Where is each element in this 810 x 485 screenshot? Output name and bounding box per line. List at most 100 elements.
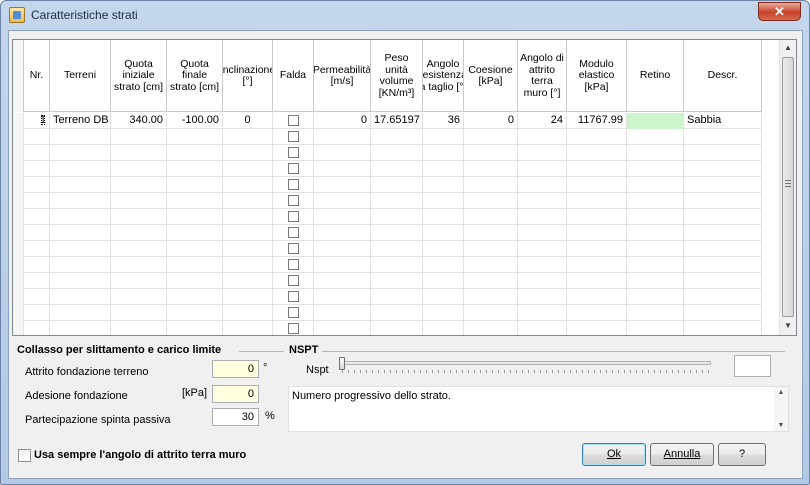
cell-quota_finale[interactable]	[167, 273, 223, 289]
cell-terreni[interactable]	[50, 305, 111, 321]
cell-permeabilita[interactable]: 0	[314, 113, 371, 129]
cell-inclinazione[interactable]	[223, 193, 273, 209]
cell-nr[interactable]	[24, 129, 50, 145]
cell-angolo_resistenza[interactable]	[423, 257, 464, 273]
cell-angolo_resistenza[interactable]	[423, 161, 464, 177]
falda-checkbox[interactable]	[287, 227, 299, 238]
column-header-angolo_resistenza[interactable]: Angolo resistenza a taglio [°]	[423, 40, 464, 112]
cell-modulo[interactable]	[567, 145, 627, 161]
cell-inclinazione[interactable]	[223, 145, 273, 161]
cell-modulo[interactable]	[567, 193, 627, 209]
cell-terreni[interactable]	[50, 209, 111, 225]
cell-angolo_attrito[interactable]	[518, 177, 567, 193]
table-row[interactable]	[13, 209, 762, 225]
cell-angolo_resistenza[interactable]	[423, 225, 464, 241]
cell-quota_iniziale[interactable]	[111, 257, 167, 273]
cell-nr[interactable]	[24, 289, 50, 305]
column-header-retino[interactable]: Retino	[627, 40, 684, 112]
cell-coesione[interactable]: 0	[464, 113, 518, 129]
cell-peso[interactable]	[371, 209, 423, 225]
cell-coesione[interactable]	[464, 161, 518, 177]
cell-inclinazione[interactable]	[223, 241, 273, 257]
cell-retino[interactable]	[627, 113, 684, 129]
cell-quota_iniziale[interactable]	[111, 321, 167, 335]
cell-retino[interactable]	[627, 177, 684, 193]
cell-modulo[interactable]	[567, 305, 627, 321]
table-row[interactable]	[13, 145, 762, 161]
cell-peso[interactable]	[371, 161, 423, 177]
cell-inclinazione[interactable]	[223, 129, 273, 145]
cell-angolo_attrito[interactable]	[518, 305, 567, 321]
cell-angolo_attrito[interactable]	[518, 209, 567, 225]
cell-quota_iniziale[interactable]	[111, 305, 167, 321]
cell-descr[interactable]	[684, 289, 762, 305]
cell-inclinazione[interactable]	[223, 289, 273, 305]
cell-permeabilita[interactable]	[314, 321, 371, 335]
cell-descr[interactable]: Sabbia	[684, 113, 762, 129]
cell-terreni[interactable]	[50, 193, 111, 209]
cell-descr[interactable]	[684, 225, 762, 241]
cell-nr[interactable]	[24, 225, 50, 241]
cell-coesione[interactable]	[464, 129, 518, 145]
cell-modulo[interactable]: 11767.99	[567, 113, 627, 129]
cell-quota_iniziale[interactable]	[111, 129, 167, 145]
cell-permeabilita[interactable]	[314, 225, 371, 241]
cell-peso[interactable]	[371, 145, 423, 161]
cell-modulo[interactable]	[567, 273, 627, 289]
cell-quota_finale[interactable]	[167, 321, 223, 335]
cell-inclinazione[interactable]	[223, 177, 273, 193]
cell-permeabilita[interactable]	[314, 193, 371, 209]
cell-inclinazione[interactable]	[223, 209, 273, 225]
description-scrollbar[interactable]: ▲ ▼	[774, 387, 788, 431]
table-row[interactable]	[13, 177, 762, 193]
cell-nr[interactable]	[24, 257, 50, 273]
cell-peso[interactable]	[371, 321, 423, 335]
cell-falda[interactable]	[273, 113, 314, 129]
falda-checkbox[interactable]	[287, 259, 299, 270]
cell-descr[interactable]	[684, 241, 762, 257]
cell-angolo_resistenza[interactable]	[423, 305, 464, 321]
cell-inclinazione[interactable]	[223, 273, 273, 289]
column-header-permeabilita[interactable]: Permeabilità [m/s]	[314, 40, 371, 112]
falda-checkbox[interactable]	[287, 131, 299, 142]
cell-quota_iniziale[interactable]	[111, 225, 167, 241]
cell-inclinazione[interactable]	[223, 161, 273, 177]
cell-falda[interactable]	[273, 241, 314, 257]
help-button[interactable]: ?	[718, 443, 766, 466]
cell-inclinazione[interactable]	[223, 257, 273, 273]
cell-quota_finale[interactable]	[167, 129, 223, 145]
cell-terreni[interactable]	[50, 129, 111, 145]
cell-coesione[interactable]	[464, 177, 518, 193]
cell-modulo[interactable]	[567, 321, 627, 335]
cell-falda[interactable]	[273, 225, 314, 241]
cell-angolo_attrito[interactable]: 24	[518, 113, 567, 129]
falda-checkbox[interactable]	[287, 307, 299, 318]
cell-inclinazione[interactable]	[223, 321, 273, 335]
cell-terreni[interactable]	[50, 161, 111, 177]
column-header-inclinazione[interactable]: Inclinazione [°]	[223, 40, 273, 112]
cell-angolo_resistenza[interactable]	[423, 241, 464, 257]
cell-falda[interactable]	[273, 305, 314, 321]
cell-angolo_attrito[interactable]	[518, 257, 567, 273]
cell-terreni[interactable]	[50, 145, 111, 161]
cell-permeabilita[interactable]	[314, 305, 371, 321]
cell-angolo_attrito[interactable]	[518, 289, 567, 305]
cell-angolo_attrito[interactable]	[518, 193, 567, 209]
cell-descr[interactable]	[684, 161, 762, 177]
adesione-input[interactable]: 0	[212, 385, 259, 403]
falda-checkbox[interactable]	[287, 163, 299, 174]
cell-quota_finale[interactable]	[167, 145, 223, 161]
cell-peso[interactable]	[371, 177, 423, 193]
column-header-selector[interactable]	[13, 40, 24, 112]
cell-permeabilita[interactable]	[314, 257, 371, 273]
cell-coesione[interactable]	[464, 257, 518, 273]
cell-permeabilita[interactable]	[314, 209, 371, 225]
cell-falda[interactable]	[273, 321, 314, 335]
desc-scroll-down-icon[interactable]: ▼	[774, 422, 788, 429]
cell-angolo_attrito[interactable]	[518, 321, 567, 335]
cell-falda[interactable]	[273, 193, 314, 209]
cell-permeabilita[interactable]	[314, 161, 371, 177]
cell-retino[interactable]	[627, 129, 684, 145]
cell-falda[interactable]	[273, 209, 314, 225]
desc-scroll-up-icon[interactable]: ▲	[774, 389, 788, 396]
